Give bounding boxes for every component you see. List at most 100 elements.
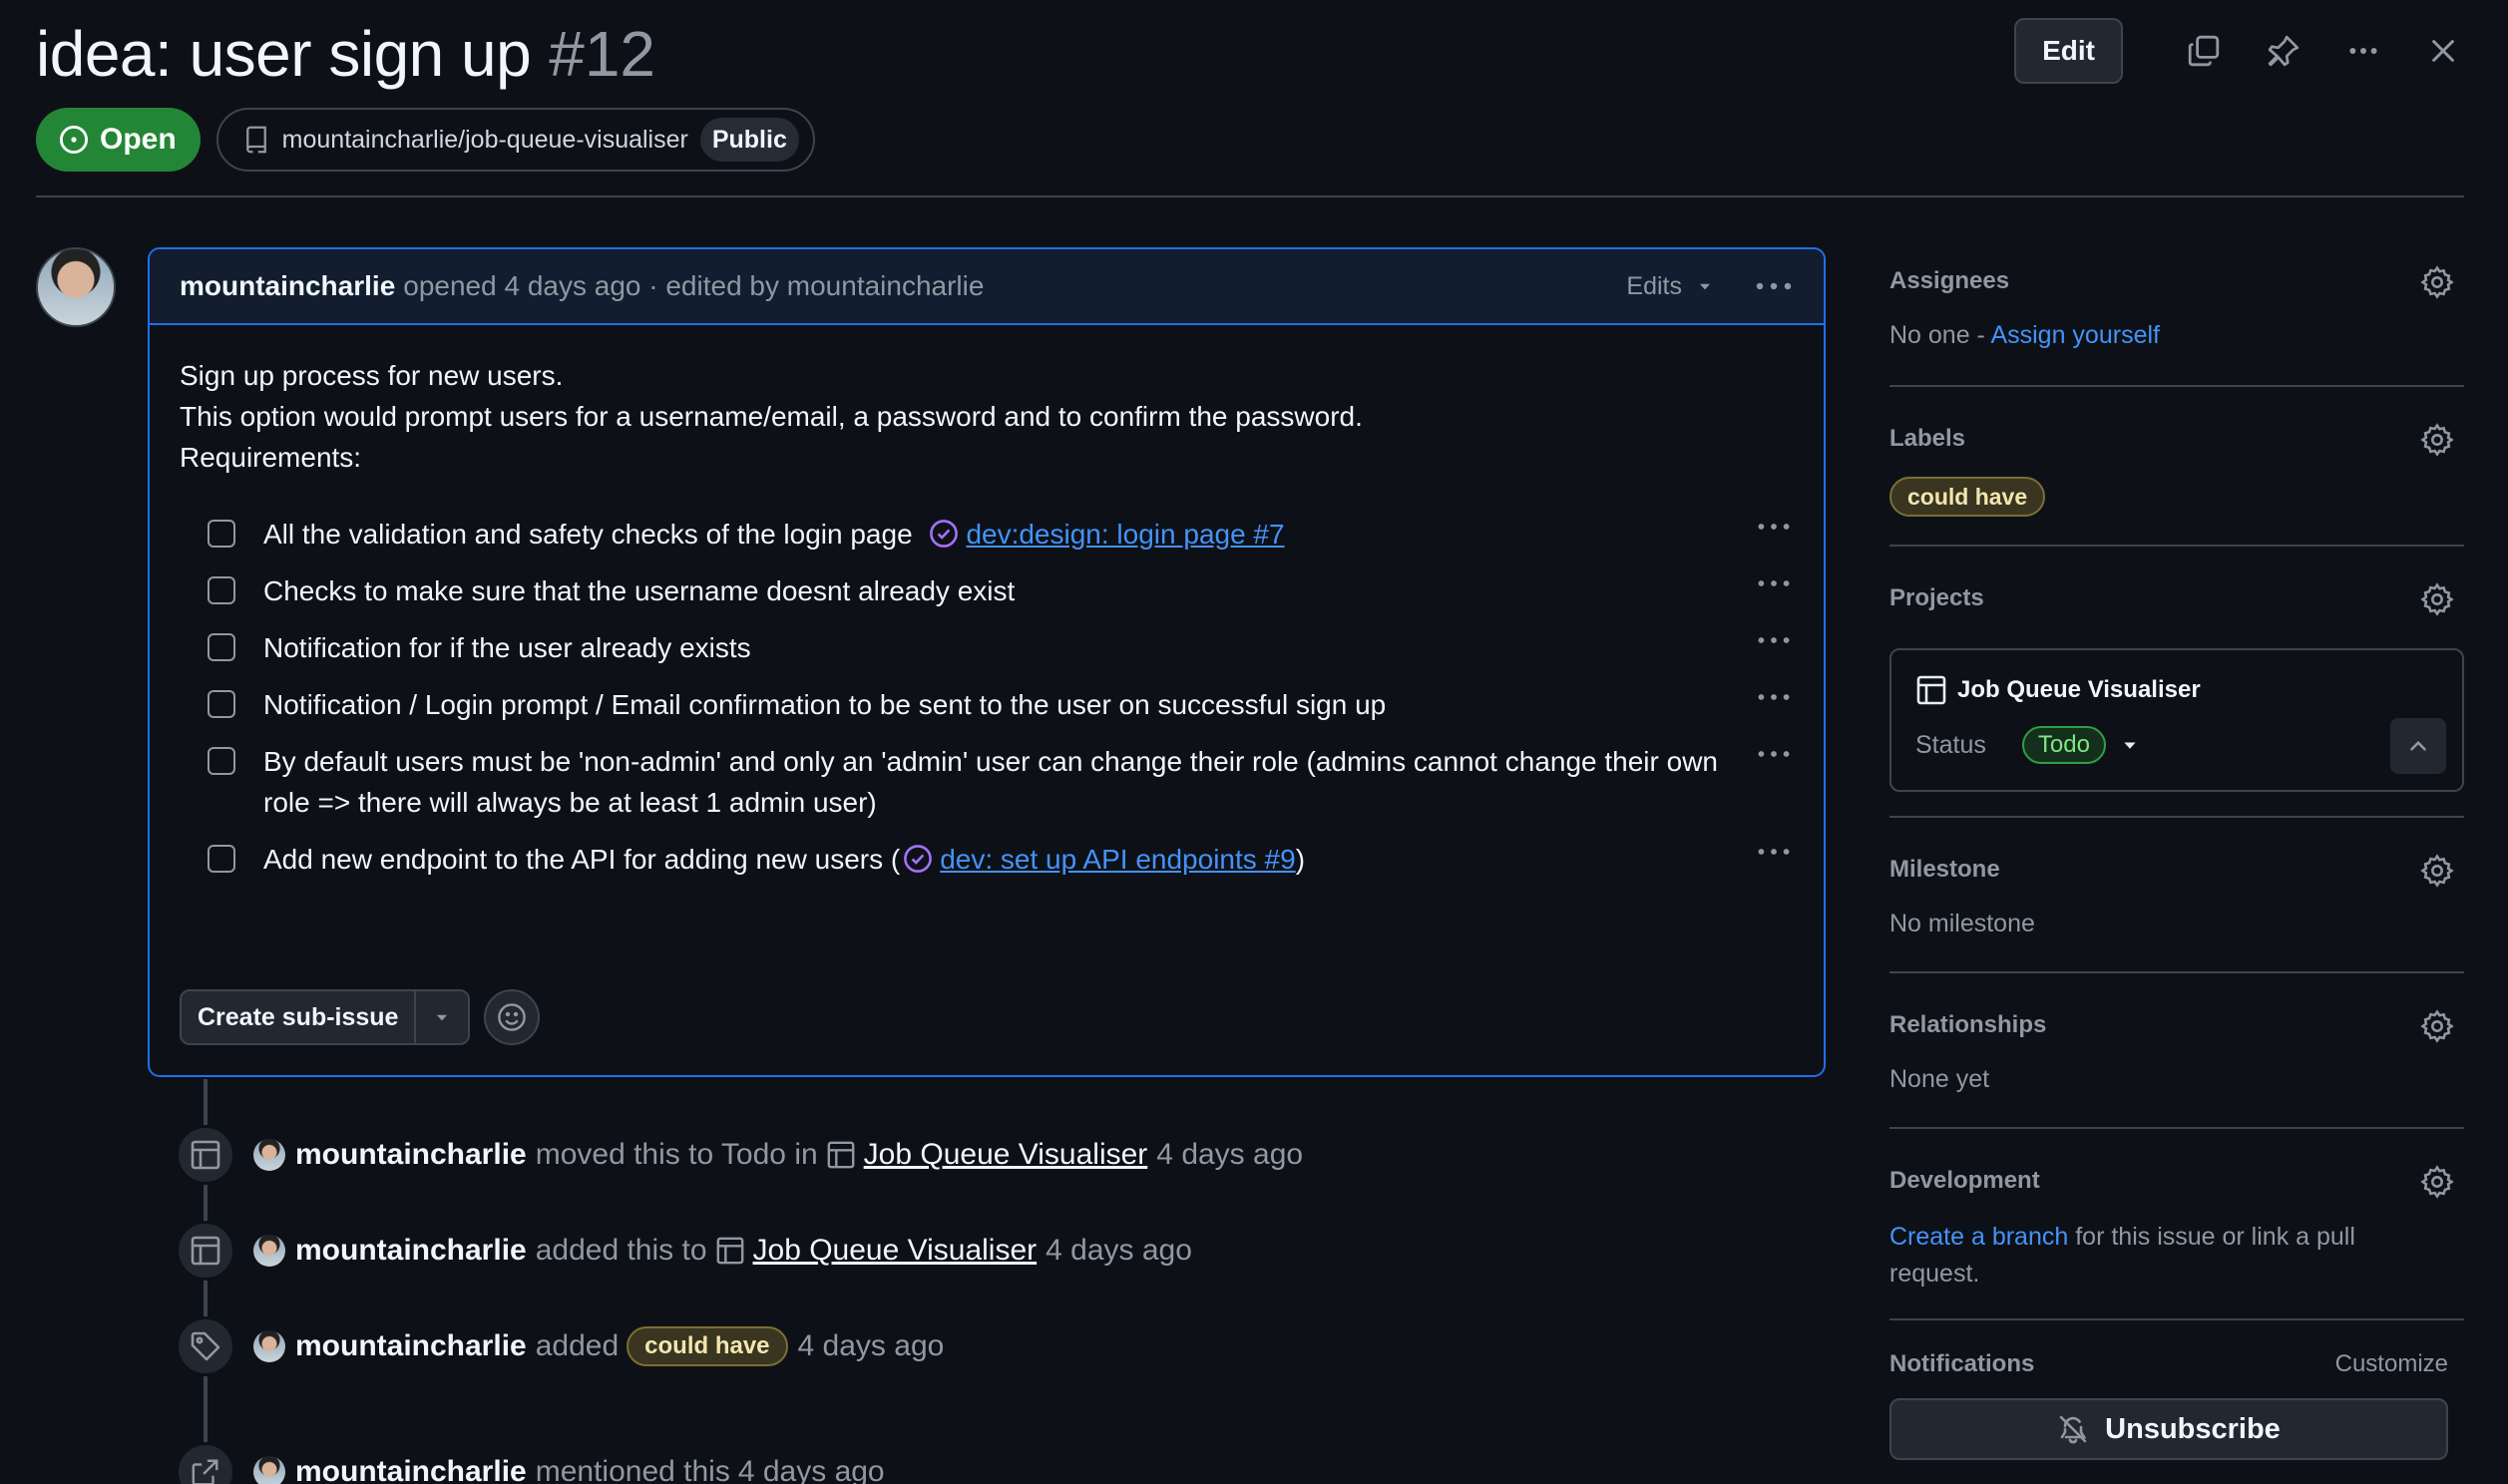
author-avatar[interactable] <box>36 247 116 327</box>
project-event-icon <box>176 1221 235 1281</box>
unsubscribe-label: Unsubscribe <box>2105 1412 2281 1445</box>
caret-down-icon[interactable] <box>416 1008 468 1026</box>
task-list: All the validation and safety checks of … <box>180 506 1794 888</box>
avatar[interactable] <box>253 1330 285 1362</box>
repository-name: mountaincharlie/job-queue-visualiser <box>281 125 688 154</box>
milestone-title: Milestone <box>1889 856 2000 883</box>
copy-icon[interactable] <box>2175 22 2233 80</box>
development-section: Development Create a branch for this iss… <box>1889 1129 2464 1320</box>
issue-title-row: idea: user sign up #12 <box>36 12 655 96</box>
avatar[interactable] <box>253 1139 285 1171</box>
task-options-icon[interactable] <box>1756 682 1792 712</box>
repo-icon <box>245 126 266 154</box>
smiley-icon <box>498 1003 527 1031</box>
task-options-icon[interactable] <box>1756 512 1792 542</box>
event-actor[interactable]: mountaincharlie <box>295 1455 527 1484</box>
task-item: Notification for if the user already exi… <box>180 619 1794 676</box>
unsubscribe-button[interactable]: Unsubscribe <box>1889 1398 2448 1460</box>
task-checkbox[interactable] <box>208 690 235 718</box>
project-status-dropdown[interactable]: Todo <box>2021 726 2140 764</box>
add-reaction-button[interactable] <box>484 989 541 1045</box>
task-issue-link[interactable]: dev:design: login page #7 <box>966 519 1284 550</box>
chevron-up-icon <box>2410 740 2426 751</box>
cross-reference-icon <box>176 1442 235 1484</box>
project-status-label: Status <box>1915 730 1986 759</box>
task-text: Add new endpoint to the API for adding n… <box>263 844 901 875</box>
gear-icon[interactable] <box>2420 582 2454 616</box>
comment-body: Sign up process for new users. This opti… <box>150 325 1824 888</box>
issue-open-icon <box>59 125 89 155</box>
labels-section: Labels could have <box>1889 387 2464 547</box>
task-options-icon[interactable] <box>1756 739 1792 769</box>
timeline-event: mountaincharlie added this to Job Queue … <box>176 1221 1192 1281</box>
assignees-value: No one - <box>1889 321 1991 349</box>
edits-dropdown[interactable]: Edits <box>1626 272 1714 301</box>
avatar[interactable] <box>253 1456 285 1484</box>
timeline-event: mountaincharlie added could have 4 days … <box>176 1316 944 1376</box>
assign-yourself-link[interactable]: Assign yourself <box>1990 321 2160 349</box>
gear-icon[interactable] <box>2420 854 2454 888</box>
issue-number: #12 <box>549 18 655 90</box>
gear-icon[interactable] <box>2420 1009 2454 1043</box>
event-time[interactable]: 4 days ago <box>1045 1234 1192 1268</box>
labels-title: Labels <box>1889 425 1966 452</box>
projects-title: Projects <box>1889 584 1984 611</box>
project-event-icon <box>176 1125 235 1185</box>
task-item: Notification / Login prompt / Email conf… <box>180 676 1794 733</box>
milestone-section: Milestone No milestone <box>1889 818 2464 973</box>
event-project-link[interactable]: Job Queue Visualiser <box>864 1138 1148 1172</box>
task-options-icon[interactable] <box>1756 625 1792 655</box>
create-subissue-button[interactable]: Create sub-issue <box>180 989 471 1045</box>
issue-title[interactable]: idea: user sign up <box>36 17 532 91</box>
gear-icon[interactable] <box>2420 423 2454 457</box>
repository-link[interactable]: mountaincharlie/job-queue-visualiser Pub… <box>215 108 815 172</box>
pin-icon[interactable] <box>2255 22 2312 80</box>
avatar[interactable] <box>253 1235 285 1267</box>
event-time[interactable]: 4 days ago <box>1156 1138 1303 1172</box>
event-action: added <box>535 1329 620 1362</box>
task-item: Checks to make sure that the username do… <box>180 562 1794 619</box>
event-actor[interactable]: mountaincharlie <box>295 1329 527 1363</box>
label-chip[interactable]: could have <box>1889 477 2046 517</box>
gear-icon[interactable] <box>2420 265 2454 299</box>
relationships-title: Relationships <box>1889 1011 2047 1038</box>
timeline-event: mountaincharlie moved this to Todo in Jo… <box>176 1125 1303 1185</box>
project-table-icon <box>716 1237 743 1265</box>
edits-label: Edits <box>1626 271 1682 300</box>
gear-icon[interactable] <box>2420 1165 2454 1199</box>
relationships-value: None yet <box>1889 1065 1990 1093</box>
collapse-project-button[interactable] <box>2390 718 2446 774</box>
task-options-icon[interactable] <box>1756 568 1792 598</box>
task-text: Notification / Login prompt / Email conf… <box>263 689 1387 720</box>
task-checkbox[interactable] <box>208 633 235 661</box>
edit-button[interactable]: Edit <box>2014 18 2123 84</box>
task-issue-link[interactable]: dev: set up API endpoints #9 <box>940 844 1295 875</box>
more-options-icon[interactable] <box>2334 22 2392 80</box>
event-actor[interactable]: mountaincharlie <box>295 1234 527 1268</box>
task-options-icon[interactable] <box>1756 837 1792 867</box>
project-card: Job Queue Visualiser Status Todo <box>1889 648 2464 792</box>
close-icon[interactable] <box>2414 22 2472 80</box>
event-project-link[interactable]: Job Queue Visualiser <box>753 1234 1038 1268</box>
task-checkbox[interactable] <box>208 520 235 548</box>
timeline-event: mountaincharlie mentioned this 4 days ag… <box>176 1442 885 1484</box>
issue-closed-icon <box>904 845 933 873</box>
comment-options-icon[interactable] <box>1754 269 1794 303</box>
task-text: Notification for if the user already exi… <box>263 632 751 663</box>
comment-author[interactable]: mountaincharlie <box>180 270 395 302</box>
create-branch-link[interactable]: Create a branch <box>1889 1223 2068 1251</box>
development-title: Development <box>1889 1167 2040 1194</box>
label-chip[interactable]: could have <box>627 1326 788 1366</box>
milestone-value: No milestone <box>1889 910 2035 937</box>
event-time[interactable]: 4 days ago <box>738 1455 885 1484</box>
customize-link[interactable]: Customize <box>2335 1350 2448 1378</box>
task-checkbox[interactable] <box>208 845 235 873</box>
assignees-section: Assignees No one - Assign yourself <box>1889 251 2464 387</box>
task-checkbox[interactable] <box>208 576 235 604</box>
event-actor[interactable]: mountaincharlie <box>295 1138 527 1172</box>
project-name[interactable]: Job Queue Visualiser <box>1957 676 2201 704</box>
event-time[interactable]: 4 days ago <box>798 1329 945 1363</box>
task-item: All the validation and safety checks of … <box>180 506 1794 562</box>
tag-event-icon <box>176 1316 235 1376</box>
task-checkbox[interactable] <box>208 747 235 775</box>
